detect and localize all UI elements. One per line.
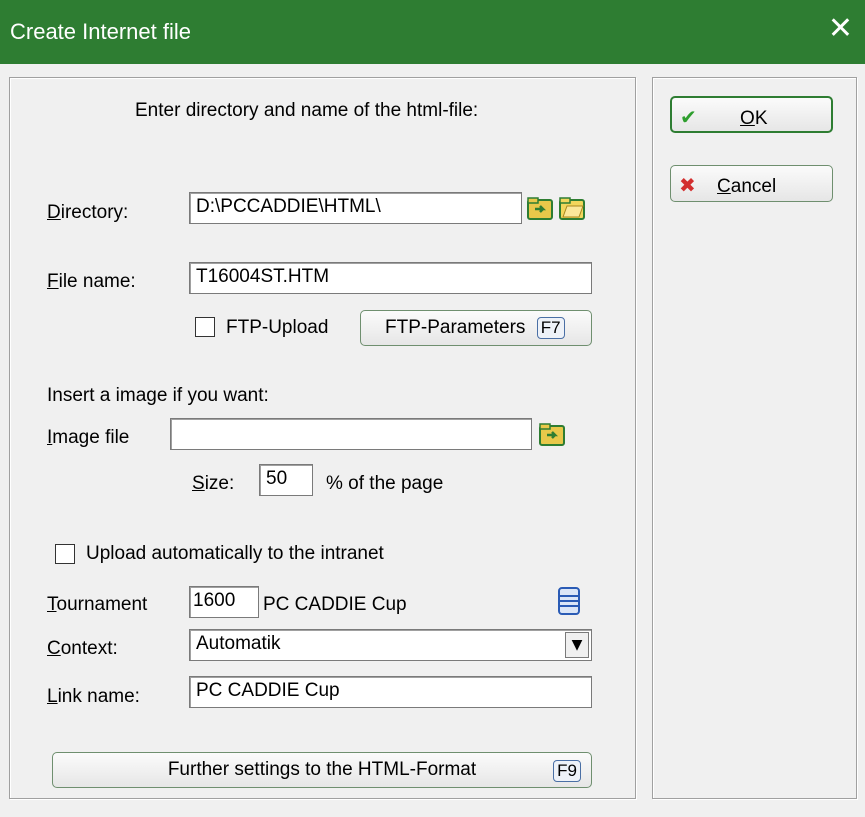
tournament-label: Tournament xyxy=(47,594,148,615)
ok-button[interactable]: ✔ OK xyxy=(670,96,833,133)
filename-label: File name: xyxy=(47,271,136,292)
context-select[interactable]: Automatik ▼ xyxy=(189,629,592,661)
upload-intranet-checkbox[interactable] xyxy=(55,544,75,564)
window-title: Create Internet file xyxy=(10,19,191,44)
browse-folder-icon[interactable] xyxy=(527,195,553,221)
image-file-label: Image file xyxy=(47,427,130,448)
link-name-input[interactable]: PC CADDIE Cup xyxy=(189,676,592,708)
cancel-button[interactable]: ✖ Cancel xyxy=(670,165,833,202)
size-input[interactable]: 50 xyxy=(259,464,313,496)
cancel-label: Cancel xyxy=(717,176,777,197)
filename-input[interactable]: T16004ST.HTM xyxy=(189,262,592,294)
directory-label: Directory: xyxy=(47,202,129,223)
open-folder-icon[interactable] xyxy=(559,195,585,221)
context-label: Context: xyxy=(47,638,118,659)
chevron-down-icon[interactable]: ▼ xyxy=(565,632,589,658)
ftp-upload-label: FTP-Upload xyxy=(226,317,329,338)
tournament-id-input[interactable]: 1600 xyxy=(189,586,259,618)
directory-input[interactable]: D:\PCCADDIE\HTML\ xyxy=(189,192,522,224)
f7-key: F7 xyxy=(536,317,565,339)
ftp-parameters-button[interactable]: FTP-Parameters F7 xyxy=(360,310,592,346)
image-file-input[interactable] xyxy=(170,418,532,450)
size-label: Size: xyxy=(192,473,235,494)
intro-text: Enter directory and name of the html-fil… xyxy=(135,100,479,121)
image-section-title: Insert a image if you want: xyxy=(47,385,269,406)
upload-intranet-label: Upload automatically to the intranet xyxy=(86,543,384,564)
x-icon: ✖ xyxy=(679,173,696,197)
browse-image-icon[interactable] xyxy=(539,421,565,447)
close-icon[interactable]: ✕ xyxy=(828,14,853,44)
link-name-label: Link name: xyxy=(47,686,140,707)
ftp-parameters-label: FTP-Parameters xyxy=(385,317,526,338)
further-settings-label: Further settings to the HTML-Format xyxy=(167,759,477,780)
title-bar: Create Internet file ✕ xyxy=(0,0,865,64)
ftp-upload-checkbox[interactable] xyxy=(195,317,215,337)
dialog-body: Enter directory and name of the html-fil… xyxy=(0,64,865,817)
size-suffix: % of the page xyxy=(326,473,444,494)
ok-label: OK xyxy=(740,108,768,129)
tournament-name: PC CADDIE Cup xyxy=(263,594,407,615)
f9-key: F9 xyxy=(553,760,581,782)
context-value: Automatik xyxy=(196,633,281,654)
tournament-list-icon[interactable] xyxy=(557,587,581,615)
check-icon: ✔ xyxy=(680,105,697,129)
further-settings-button[interactable]: Further settings to the HTML-Format F9 xyxy=(52,752,592,788)
